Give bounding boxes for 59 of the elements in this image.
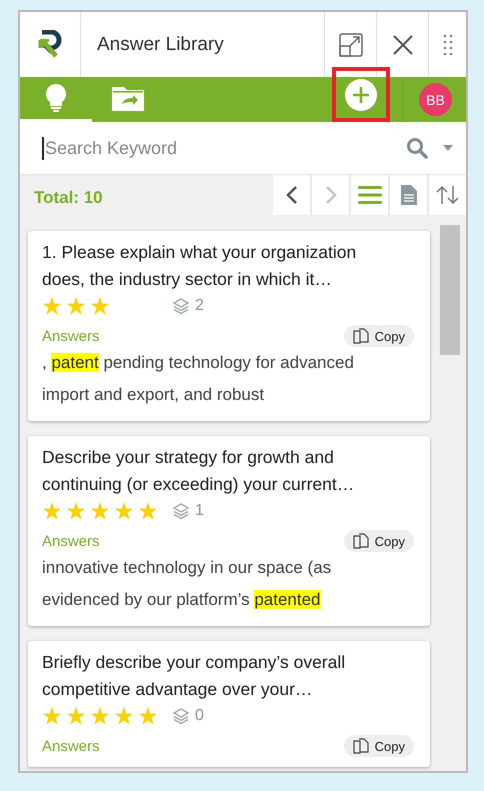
search-icon[interactable] [406,137,428,159]
layers-icon [172,502,190,520]
answer-card[interactable]: Describe your strategy for growth and continuing (or exceeding) your current… 1 Answers Copy innovative technology in our space (as evidenced by our platform’s patented [28,436,430,626]
star-icon [90,296,110,316]
section-label: Answers [42,532,100,550]
question-title: Briefly describe your company’s overall competitive advantage over your… [42,651,346,701]
close-icon [392,34,414,56]
grip-icon [442,34,452,56]
layers-icon [172,707,190,725]
search-bar[interactable]: Search Keyword [20,122,466,175]
star-icon [66,296,86,316]
total-count: Total: 10 [34,188,103,208]
document-icon [400,185,416,205]
list-icon [358,185,382,205]
copy-icon [352,738,369,754]
copy-icon [352,328,369,344]
version-count: 0 [195,707,204,725]
scrollbar-thumb[interactable] [440,225,460,355]
previous-button[interactable] [273,175,310,215]
copy-button[interactable]: Copy [344,325,414,347]
section-label: Answers [42,328,100,344]
copy-button[interactable]: Copy [344,735,414,757]
answer-card[interactable]: 1. Please explain what your organization does, the industry sector in which it… 2 Answers Copy , patent pending technology for advanced import and export, and robust [28,231,430,421]
user-avatar[interactable]: BB [419,83,452,116]
question-title: Describe your strategy for growth and continuing (or exceeding) your current… [42,446,356,496]
star-icon [42,502,62,520]
window-title: Answer Library [96,32,225,56]
layers-icon [172,297,190,315]
section-label: Answers [42,738,100,754]
logo-icon [38,30,62,60]
expand-icon [338,32,362,56]
copy-icon [352,533,369,549]
star-icon [42,706,62,726]
chevron-right-icon [324,185,336,205]
dropdown-caret-icon[interactable] [442,144,454,152]
star-icon [42,296,62,316]
star-icon [138,502,158,520]
star-icon [114,706,134,726]
version-count: 1 [195,502,204,520]
star-icon [90,502,110,520]
star-icon [114,502,134,520]
lightbulb-icon [45,83,67,113]
document-view-button[interactable] [390,175,427,215]
version-count: 2 [195,297,204,315]
add-button[interactable] [332,67,390,122]
folder-arrow-icon [112,85,144,111]
star-icon [138,706,158,726]
sort-icon [436,185,460,205]
answer-snippet: , patent pending technology for advanced import and export, and robust [42,352,355,406]
answer-snippet: innovative technology in our space (as evidenced by our platform’s patented [42,557,332,611]
chevron-left-icon [286,185,298,205]
answer-card[interactable]: Briefly describe your company’s overall competitive advantage over your… 0 Answers Copy [28,641,430,767]
list-view-button[interactable] [351,175,388,215]
copy-button[interactable]: Copy [344,530,414,552]
star-icon [66,502,86,520]
sort-button[interactable] [429,175,466,215]
star-icon [90,706,110,726]
star-icon [66,706,86,726]
question-title: 1. Please explain what your organization does, the industry sector in which it… [42,241,358,291]
